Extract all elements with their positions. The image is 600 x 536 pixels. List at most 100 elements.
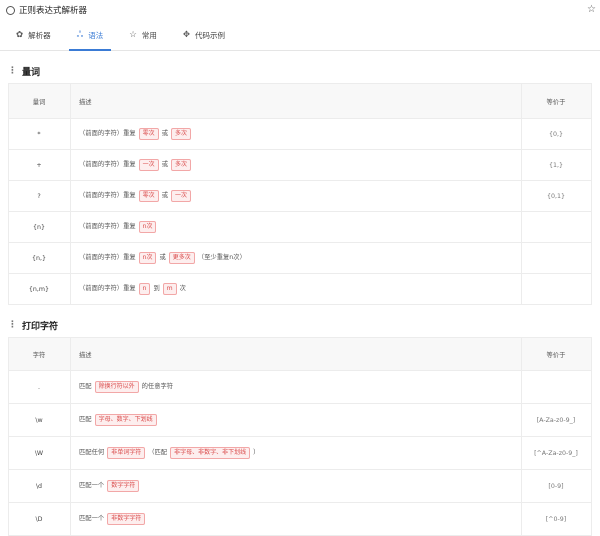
symbol-cell: \W: [8, 436, 71, 470]
printable-section: ⋮ 打印字符 字符 描述 等价于 . 匹配 除换行符以外 的任意字符 \w 匹配 字母、数字…: [0, 313, 600, 536]
description-cell: 匹配 除换行符以外 的任意字符: [70, 370, 522, 404]
table-row: {n} （前面的字符）重复 n次: [8, 211, 592, 243]
equivalent-cell: [^A-Za-z0-9_]: [521, 436, 592, 470]
symbol-cell: *: [8, 118, 71, 150]
tab-bar: ✿ 解析器 ஃ 语法 ☆ 常用 ✥ 代码示例: [0, 20, 600, 51]
highlight-tag: 除换行符以外: [94, 381, 139, 393]
table-row: \D 匹配一个 非数字字符 [^0-9]: [8, 502, 592, 536]
gear-icon: ✿: [16, 30, 24, 40]
column-header: 等价于: [521, 337, 592, 371]
highlight-tag: 一次: [138, 159, 159, 171]
equivalent-cell: [521, 242, 592, 274]
table-row: + （前面的字符）重复 一次或多次 {1,}: [8, 149, 592, 181]
quantifiers-table: 量词 描述 等价于 * （前面的字符）重复 零次或多次 {0,} + （前面的字符）重复一…: [8, 83, 592, 305]
highlight-tag: m: [162, 283, 177, 295]
equivalent-cell: {0,}: [521, 118, 592, 150]
equivalent-cell: [521, 211, 592, 243]
printable-table: 字符 描述 等价于 . 匹配 除换行符以外 的任意字符 \w 匹配 字母、数字、下划线 [A-…: [8, 337, 592, 536]
drag-handle-icon: ⋮: [8, 66, 17, 76]
description-cell: 匹配一个 数字字符: [70, 469, 522, 503]
desc-text: （前面的字符）重复: [79, 254, 136, 261]
highlight-tag: n次: [138, 252, 157, 264]
desc-text: 次: [179, 285, 186, 292]
symbol-cell: {n}: [8, 211, 71, 243]
tab-common[interactable]: ☆ 常用: [121, 20, 165, 50]
tab-parser[interactable]: ✿ 解析器: [8, 20, 59, 50]
tab-label: 解析器: [28, 30, 51, 40]
share-icon: ஃ: [76, 29, 84, 40]
symbol-cell: {n,m}: [8, 273, 71, 305]
tab-code-examples[interactable]: ✥ 代码示例: [175, 20, 233, 50]
table-row: . 匹配 除换行符以外 的任意字符: [8, 370, 592, 404]
description-cell: （前面的字符）重复 一次或多次: [70, 149, 522, 181]
description-cell: （前面的字符）重复 零次或一次: [70, 180, 522, 212]
highlight-tag: 零次: [138, 128, 159, 140]
description-cell: 匹配任何 非单词字符 （匹配 非字母、非数字、非下划线）: [70, 436, 522, 470]
description-cell: 匹配 字母、数字、下划线: [70, 403, 522, 437]
symbol-cell: \w: [8, 403, 71, 437]
desc-text: 或: [161, 130, 168, 137]
desc-text: 的任意字符: [141, 383, 174, 390]
desc-text: 匹配: [79, 383, 92, 390]
equivalent-cell: [^0-9]: [521, 502, 592, 536]
star-icon: ☆: [129, 30, 137, 40]
column-header: 描述: [70, 83, 522, 119]
highlight-tag: 非单词字符: [107, 447, 146, 459]
desc-text: （匹配: [148, 449, 168, 456]
symbol-cell: {n,}: [8, 242, 71, 274]
tab-label: 常用: [141, 30, 157, 40]
table-row: {n,m} （前面的字符）重复 n 到 m 次: [8, 273, 592, 305]
desc-text: （前面的字符）重复: [79, 285, 136, 292]
quantifiers-section: ⋮ 量词 量词 描述 等价于 * （前面的字符）重复 零次或多次 {0,} + （前面的字…: [0, 59, 600, 305]
highlight-tag: 零次: [138, 190, 159, 202]
highlight-tag: 多次: [170, 128, 191, 140]
description-cell: （前面的字符）重复 n 到 m 次: [70, 273, 522, 305]
column-header: 量词: [8, 83, 71, 119]
symbol-cell: \d: [8, 469, 71, 503]
tab-syntax[interactable]: ஃ 语法: [68, 20, 112, 51]
section-title: ⋮ 打印字符: [8, 320, 59, 332]
equivalent-cell: [521, 273, 592, 305]
table-row: ? （前面的字符）重复 零次或一次 {0,1}: [8, 180, 592, 212]
highlight-tag: n次: [138, 221, 157, 233]
title-bar: 正则表达式解析器 ☆: [0, 0, 600, 20]
equivalent-cell: {0,1}: [521, 180, 592, 212]
highlight-tag: 数字字符: [107, 480, 140, 492]
highlight-tag: 字母、数字、下划线: [94, 414, 157, 426]
table-row: \W 匹配任何 非单词字符 （匹配 非字母、非数字、非下划线） [^A-Za-z0-9_]: [8, 436, 592, 470]
column-header: 等价于: [521, 83, 592, 119]
highlight-tag: 一次: [170, 190, 191, 202]
column-header: 描述: [70, 337, 522, 371]
desc-text: 或: [161, 192, 168, 199]
highlight-tag: 非字母、非数字、非下划线: [170, 447, 251, 459]
description-cell: （前面的字符）重复 零次或多次: [70, 118, 522, 150]
table-row: * （前面的字符）重复 零次或多次 {0,}: [8, 118, 592, 150]
tab-label: 代码示例: [195, 30, 226, 40]
equivalent-cell: [A-Za-z0-9_]: [521, 403, 592, 437]
desc-text: 匹配任何: [79, 449, 105, 456]
desc-text: （前面的字符）重复: [79, 223, 136, 230]
desc-text: （前面的字符）重复: [79, 161, 136, 168]
desc-text: （前面的字符）重复: [79, 130, 136, 137]
symbol-cell: \D: [8, 502, 71, 536]
table-row: {n,} （前面的字符）重复 n次或更多次 （至少重复n次）: [8, 242, 592, 274]
table-row: \d 匹配一个 数字字符 [0-9]: [8, 469, 592, 503]
drag-handle-icon: ⋮: [8, 320, 17, 330]
column-header: 字符: [8, 337, 71, 371]
desc-text: 或: [161, 161, 168, 168]
description-cell: （前面的字符）重复 n次或更多次 （至少重复n次）: [70, 242, 522, 274]
equivalent-cell: {1,}: [521, 149, 592, 181]
highlight-tag: n: [138, 283, 151, 295]
favorite-star-icon[interactable]: ☆: [587, 4, 596, 15]
description-cell: （前面的字符）重复 n次: [70, 211, 522, 243]
desc-text: 匹配一个: [79, 515, 105, 522]
highlight-tag: 多次: [170, 159, 191, 171]
tab-label: 语法: [88, 30, 104, 40]
code-icon: ✥: [182, 30, 191, 40]
symbol-cell: .: [8, 370, 71, 404]
table-row: \w 匹配 字母、数字、下划线 [A-Za-z0-9_]: [8, 403, 592, 437]
equivalent-cell: [521, 370, 592, 404]
section-title: ⋮ 量词: [8, 66, 41, 78]
description-cell: 匹配一个 非数字字符: [70, 502, 522, 536]
symbol-cell: ?: [8, 180, 71, 212]
